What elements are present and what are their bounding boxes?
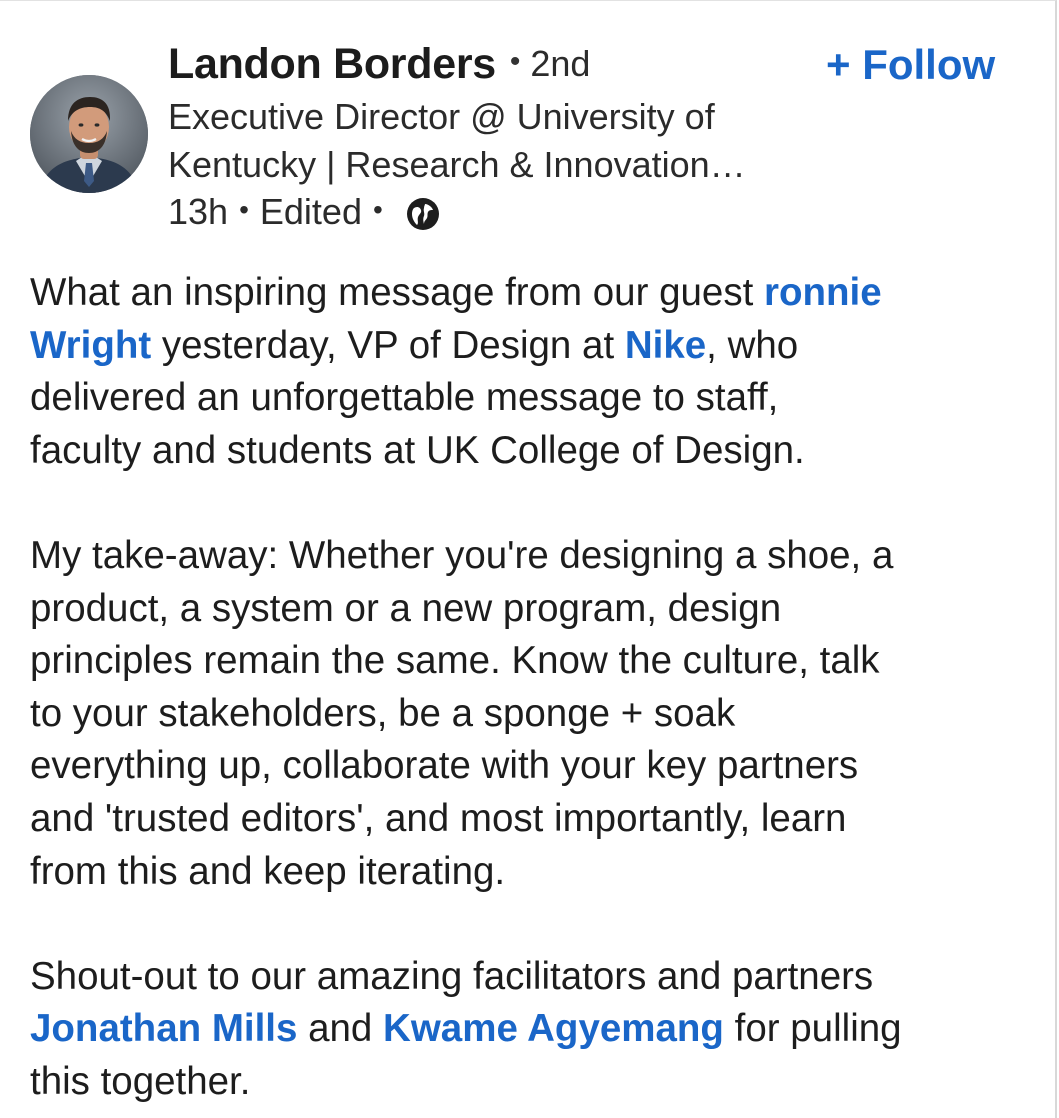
body-text-span: and xyxy=(297,1007,384,1051)
body-line: delivered an unforgettable message to st… xyxy=(30,376,779,420)
body-line: this together. xyxy=(30,1059,251,1103)
author-headline: Executive Director @ University of Kentu… xyxy=(168,93,988,189)
follow-button[interactable]: + Follow xyxy=(826,41,995,89)
mention-link-jonathan-mills[interactable]: Jonathan Mills xyxy=(30,1007,297,1050)
mention-link-kwame-agyemang[interactable]: Kwame Agyemang xyxy=(383,1007,724,1050)
connection-degree: 2nd xyxy=(530,43,591,84)
body-text-span: for pulling xyxy=(723,1007,902,1051)
body-line: and 'trusted editors', and most importan… xyxy=(30,796,847,840)
mention-link-ronnie-wright[interactable]: Wright xyxy=(30,324,151,367)
body-line: product, a system or a new program, desi… xyxy=(30,586,782,630)
body-line: Wright yesterday, VP of Design at Nike, … xyxy=(30,320,1040,373)
avatar[interactable] xyxy=(30,75,148,193)
author-photo xyxy=(30,75,148,193)
edited-label: Edited xyxy=(259,191,362,232)
body-line: everything up, collaborate with your key… xyxy=(30,744,859,788)
globe-icon xyxy=(406,197,440,231)
separator-dot: • xyxy=(372,194,383,225)
separator-dot: • xyxy=(509,45,521,78)
body-line: What an inspiring message from our guest… xyxy=(30,267,1040,320)
mention-link-nike[interactable]: Nike xyxy=(625,324,706,367)
body-text-span: yesterday, VP of Design at xyxy=(151,323,625,367)
headline-line: Kentucky | Research & Innovation… xyxy=(168,144,746,185)
headline-line: Executive Director @ University of xyxy=(168,96,715,137)
separator-dot: • xyxy=(239,194,249,225)
post-card: Landon Borders • 2nd Executive Director … xyxy=(0,0,1057,1118)
post-time: 13h xyxy=(168,191,229,232)
mention-link-ronnie-wright[interactable]: ronnie xyxy=(764,271,882,314)
body-line: to your stakeholders, be a sponge + soak xyxy=(30,691,736,735)
body-line: faculty and students at UK College of De… xyxy=(30,428,805,472)
body-text-span: , who xyxy=(706,323,799,367)
body-text-span: What an inspiring message from our guest xyxy=(30,271,764,314)
body-line: Jonathan Mills and Kwame Agyemang for pu… xyxy=(30,1003,1040,1056)
body-line: My take-away: Whether you're designing a… xyxy=(30,533,894,577)
post-body: What an inspiring message from our guest… xyxy=(30,267,1040,1109)
author-name[interactable]: Landon Borders xyxy=(168,40,496,89)
body-line: from this and keep iterating. xyxy=(30,849,506,893)
post-meta: 13h • Edited • xyxy=(168,189,988,235)
body-line: principles remain the same. Know the cul… xyxy=(30,639,880,683)
body-line: Shout-out to our amazing facilitators an… xyxy=(30,954,874,998)
